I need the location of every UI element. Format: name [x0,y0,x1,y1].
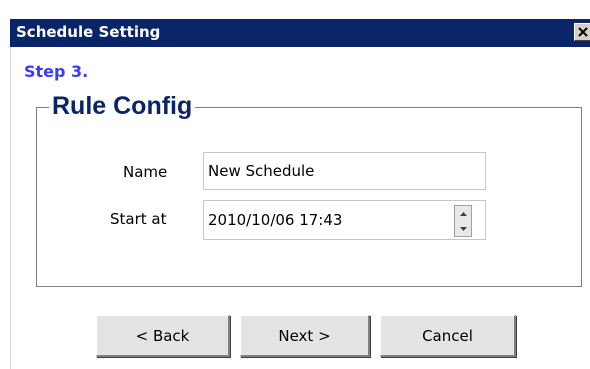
start-at-label: Start at [110,210,167,228]
rule-config-group [36,107,582,287]
rule-config-title: Rule Config [49,91,196,121]
close-button[interactable] [574,23,590,41]
step-label: Step 3. [24,62,89,81]
back-button[interactable]: < Back [96,315,230,357]
next-button[interactable]: Next > [240,315,370,357]
name-label: Name [123,163,168,181]
cancel-button[interactable]: Cancel [380,315,516,357]
arrow-up-icon [459,211,467,216]
close-icon [578,27,588,37]
window-title: Schedule Setting [16,23,161,41]
title-bar: Schedule Setting [10,19,590,47]
spin-up-button[interactable] [455,206,471,222]
window-left-border [10,47,11,369]
start-at-spinner [454,205,472,237]
start-at-input[interactable] [203,200,486,240]
spin-down-button[interactable] [455,221,471,236]
arrow-down-icon [459,226,467,231]
name-input[interactable] [203,152,486,190]
schedule-setting-dialog: Schedule Setting Step 3. Rule Config Nam… [0,0,590,369]
